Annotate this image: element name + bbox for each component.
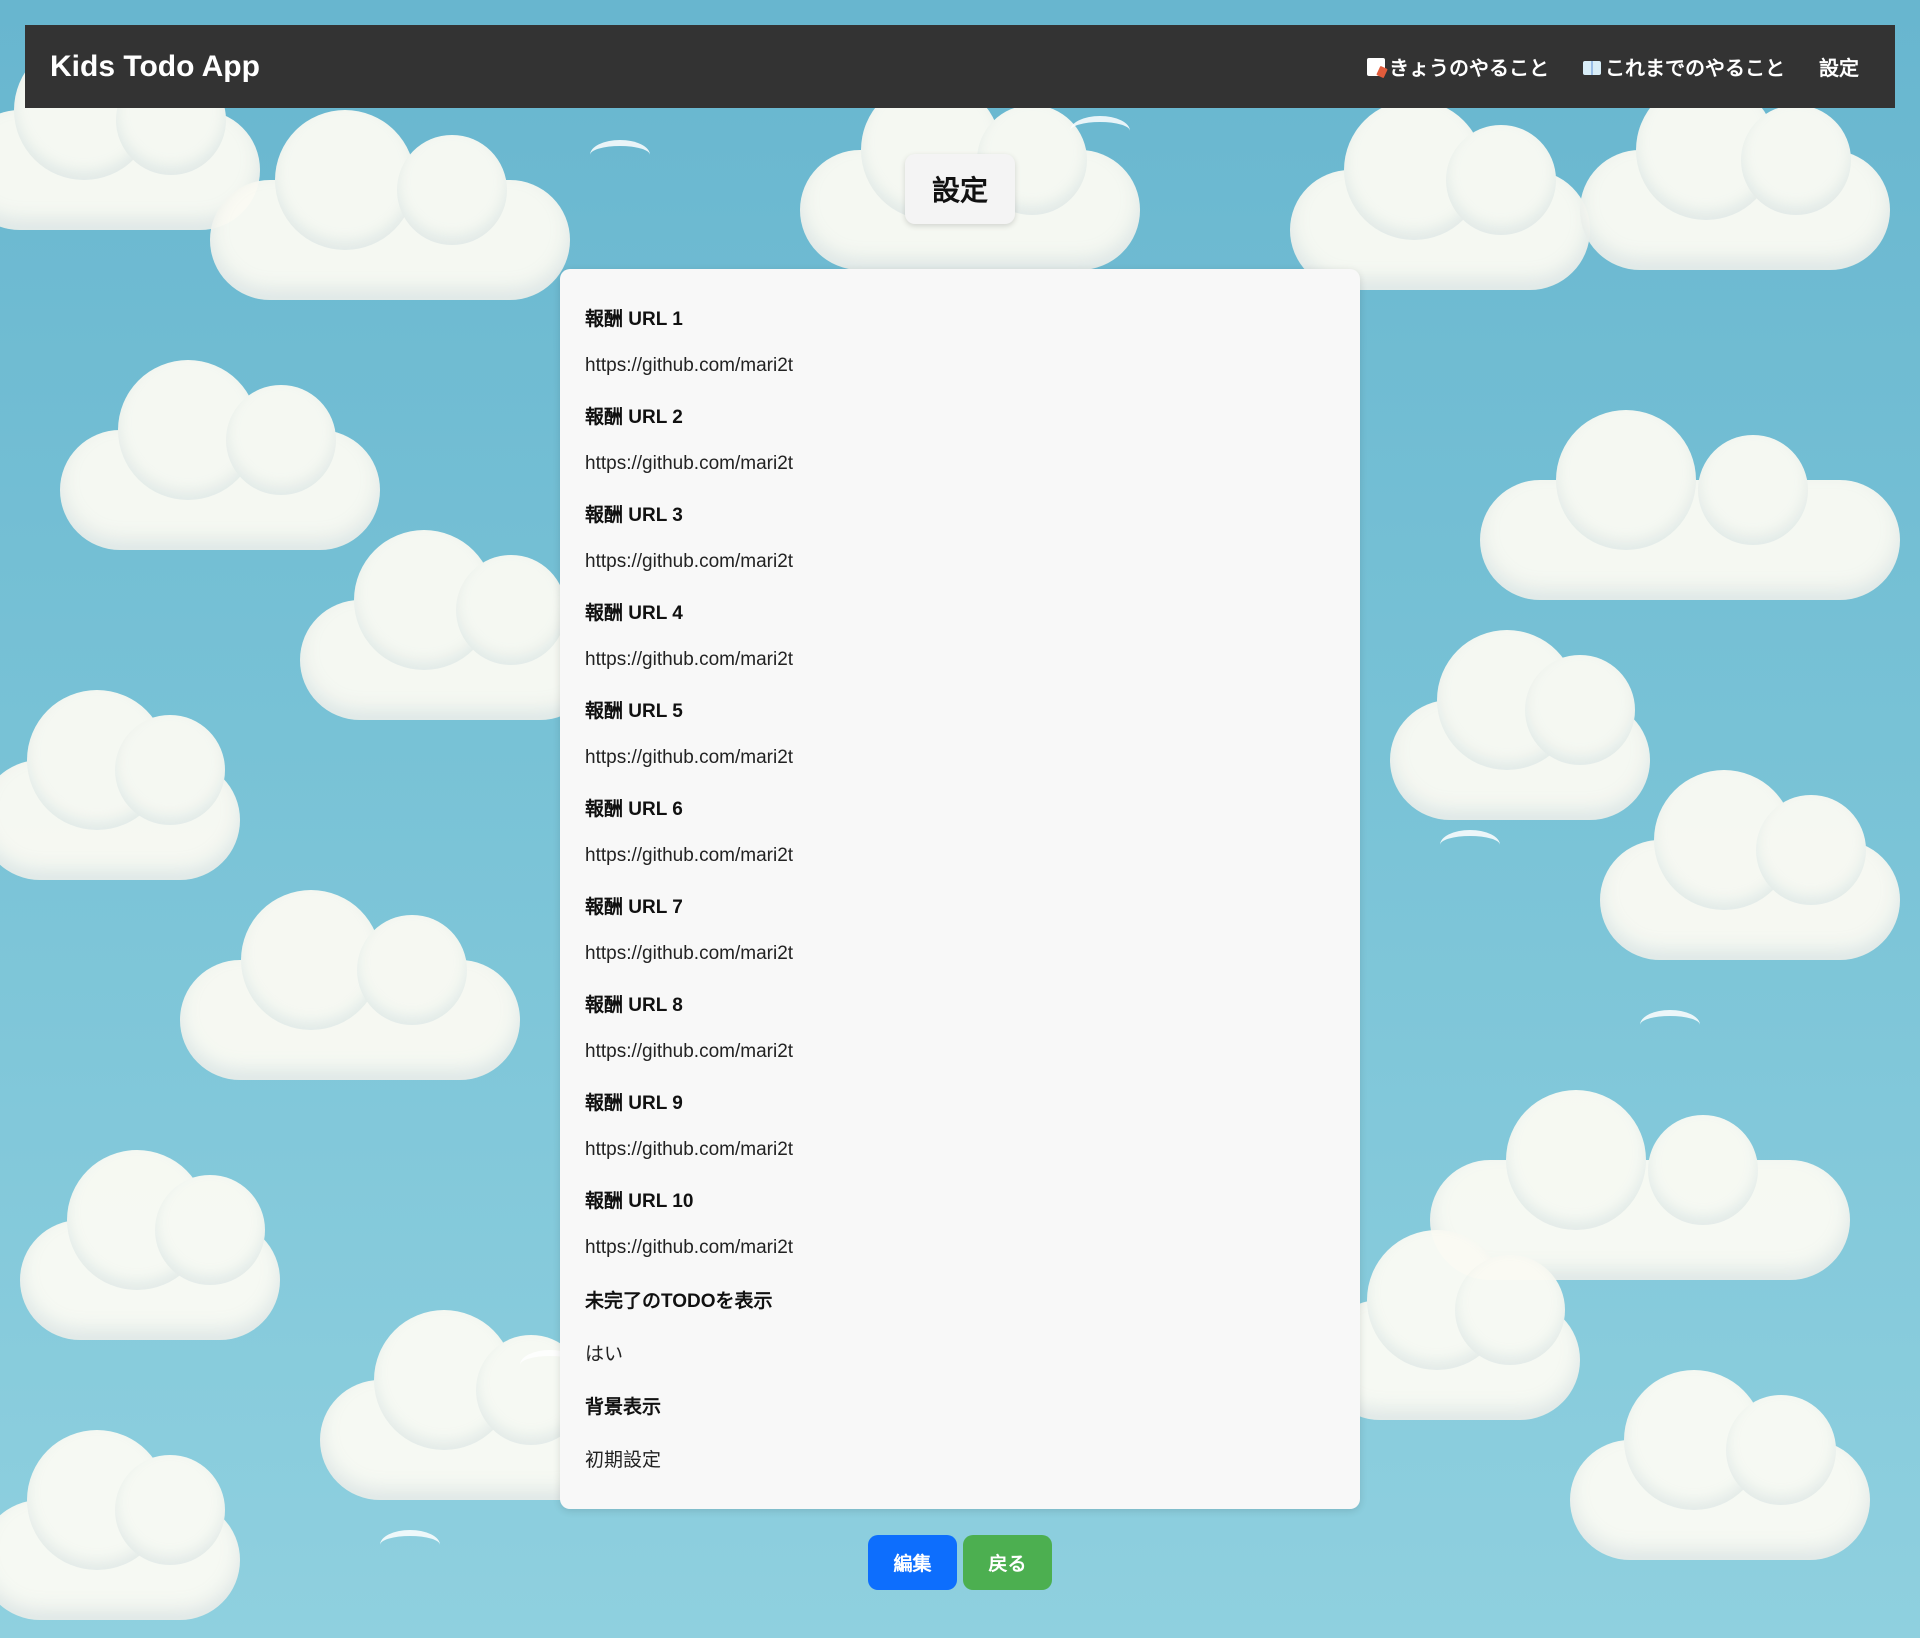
setting-value: https://github.com/mari2t (585, 1041, 794, 1062)
setting-label: 報酬 URL 5 (585, 700, 683, 722)
setting-row-reward-url-8: 報酬 URL 8 https://github.com/mari2t (585, 979, 1335, 1077)
setting-label: 報酬 URL 10 (585, 1190, 694, 1212)
setting-label: 報酬 URL 2 (585, 406, 683, 428)
setting-label: 報酬 URL 7 (585, 896, 683, 918)
nav-link-past-todos-label: これまでのやること (1605, 58, 1785, 80)
setting-row-reward-url-1: 報酬 URL 1 https://github.com/mari2t (585, 293, 1335, 391)
setting-row-reward-url-2: 報酬 URL 2 https://github.com/mari2t (585, 391, 1335, 489)
setting-row-reward-url-3: 報酬 URL 3 https://github.com/mari2t (585, 489, 1335, 587)
action-buttons: 編集 戻る (868, 1535, 1052, 1590)
nav-link-settings-label: 設定 (1819, 58, 1859, 80)
setting-row-show-incomplete-todos: 未完了のTODOを表示 はい (585, 1273, 1335, 1379)
setting-row-background-display: 背景表示 初期設定 (585, 1379, 1335, 1485)
setting-row-reward-url-4: 報酬 URL 4 https://github.com/mari2t (585, 587, 1335, 685)
app-brand[interactable]: Kids Todo App (50, 50, 260, 84)
setting-row-reward-url-6: 報酬 URL 6 https://github.com/mari2t (585, 783, 1335, 881)
nav-link-today-todos-label: きょうのやること (1389, 58, 1549, 80)
setting-label: 報酬 URL 8 (585, 994, 683, 1016)
setting-value: https://github.com/mari2t (585, 551, 794, 572)
main-nav: きょうのやること これまでのやること 設定 (1367, 52, 1859, 81)
setting-row-reward-url-10: 報酬 URL 10 https://github.com/mari2t (585, 1175, 1335, 1273)
edit-button[interactable]: 編集 (868, 1535, 957, 1590)
setting-value: https://github.com/mari2t (585, 649, 794, 670)
setting-label: 背景表示 (585, 1396, 662, 1418)
setting-label: 報酬 URL 9 (585, 1092, 683, 1114)
setting-label: 報酬 URL 1 (585, 308, 683, 330)
setting-label: 未完了のTODOを表示 (585, 1290, 773, 1312)
setting-value: https://github.com/mari2t (585, 1139, 794, 1160)
setting-value: 初期設定 (585, 1449, 662, 1471)
setting-label: 報酬 URL 4 (585, 602, 683, 624)
book-icon (1583, 60, 1601, 75)
setting-value: https://github.com/mari2t (585, 1237, 794, 1258)
setting-value: https://github.com/mari2t (585, 355, 794, 376)
setting-row-reward-url-7: 報酬 URL 7 https://github.com/mari2t (585, 881, 1335, 979)
nav-link-settings[interactable]: 設定 (1819, 52, 1859, 81)
setting-value: はい (585, 1343, 624, 1365)
setting-value: https://github.com/mari2t (585, 453, 794, 474)
memo-icon (1367, 57, 1385, 76)
page-title: 設定 (905, 154, 1015, 224)
back-button[interactable]: 戻る (963, 1535, 1052, 1590)
setting-row-reward-url-9: 報酬 URL 9 https://github.com/mari2t (585, 1077, 1335, 1175)
setting-label: 報酬 URL 3 (585, 504, 683, 526)
top-navbar: Kids Todo App きょうのやること これまでのやること 設定 (25, 25, 1895, 108)
setting-label: 報酬 URL 6 (585, 798, 683, 820)
settings-card: 報酬 URL 1 https://github.com/mari2t 報酬 UR… (560, 269, 1360, 1509)
setting-value: https://github.com/mari2t (585, 747, 794, 768)
setting-value: https://github.com/mari2t (585, 943, 794, 964)
setting-value: https://github.com/mari2t (585, 845, 794, 866)
setting-row-reward-url-5: 報酬 URL 5 https://github.com/mari2t (585, 685, 1335, 783)
nav-link-past-todos[interactable]: これまでのやること (1583, 52, 1785, 81)
nav-link-today-todos[interactable]: きょうのやること (1367, 52, 1549, 81)
